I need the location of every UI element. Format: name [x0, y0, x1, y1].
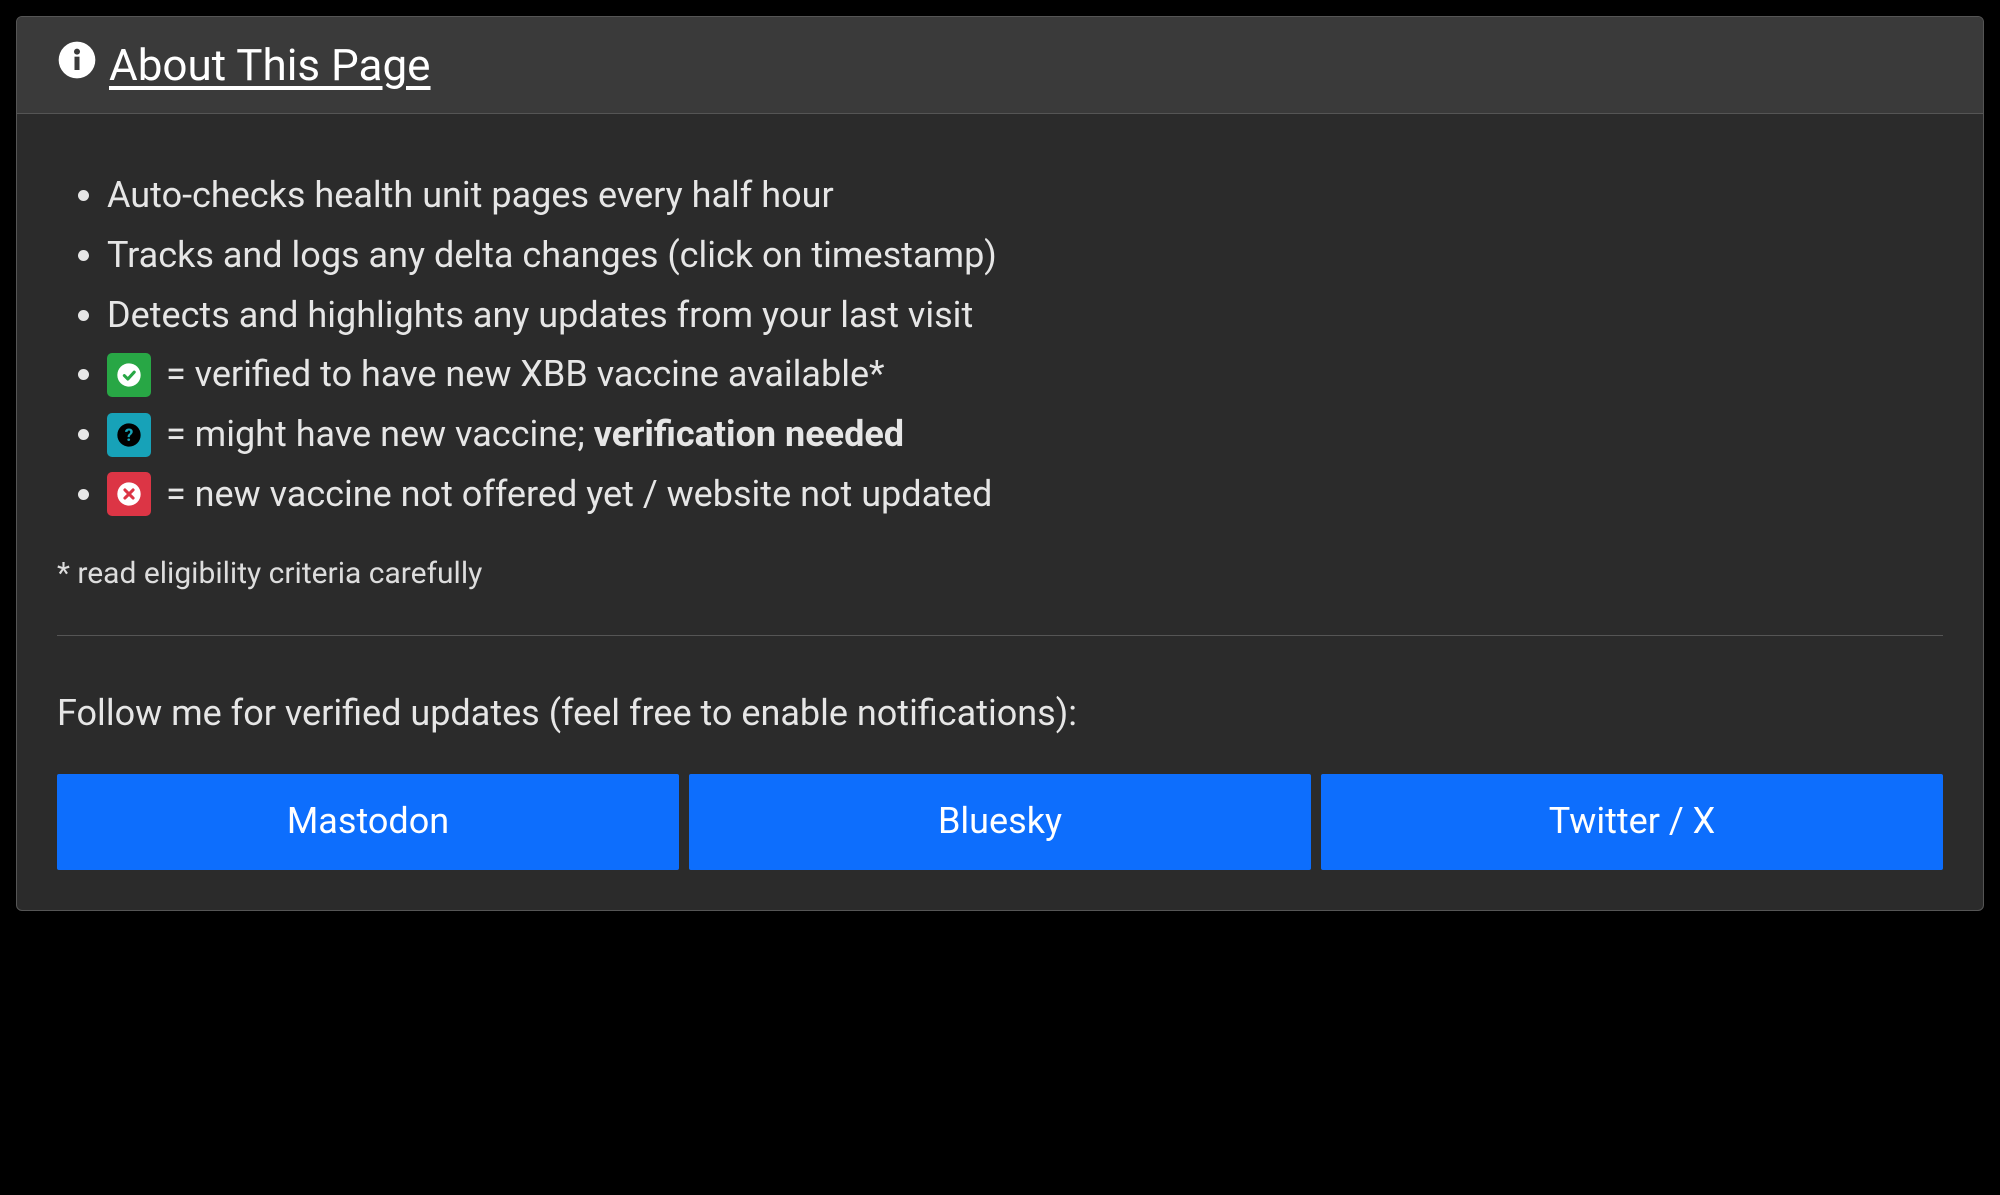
legend-item-not: = new vaccine not offered yet / website … [107, 467, 1943, 523]
legend-text: = verified to have new XBB vaccine avail… [166, 353, 885, 395]
panel-body: Auto-checks health unit pages every half… [17, 114, 1983, 910]
legend-item-maybe: ? = might have new vaccine; verification… [107, 407, 1943, 463]
legend-item-verified: = verified to have new XBB vaccine avail… [107, 347, 1943, 403]
footnote: * read eligibility criteria carefully [57, 551, 1943, 598]
legend-strong-text: verification needed [594, 413, 904, 455]
about-title-link[interactable]: About This Page [57, 39, 431, 91]
follow-text: Follow me for verified updates (feel fre… [57, 686, 1943, 742]
list-text: Detects and highlights any updates from … [107, 294, 973, 336]
social-buttons-row: Mastodon Bluesky Twitter / X [57, 774, 1943, 870]
list-text: Tracks and logs any delta changes (click… [107, 234, 997, 276]
legend-text: = new vaccine not offered yet / website … [166, 473, 992, 515]
list-text: Auto-checks health unit pages every half… [107, 174, 834, 216]
button-label: Bluesky [938, 800, 1062, 842]
bluesky-button[interactable]: Bluesky [689, 774, 1311, 870]
check-circle-icon [107, 353, 151, 397]
info-icon [57, 39, 97, 91]
twitter-button[interactable]: Twitter / X [1321, 774, 1943, 870]
panel-title-text: About This Page [109, 39, 431, 91]
question-circle-icon: ? [107, 413, 151, 457]
divider [57, 635, 1943, 636]
button-label: Twitter / X [1549, 800, 1715, 842]
button-label: Mastodon [287, 800, 449, 842]
x-circle-icon [107, 472, 151, 516]
mastodon-button[interactable]: Mastodon [57, 774, 679, 870]
about-panel: About This Page Auto-checks health unit … [16, 16, 1984, 911]
list-item: Auto-checks health unit pages every half… [107, 168, 1943, 224]
list-item: Tracks and logs any delta changes (click… [107, 228, 1943, 284]
legend-text: = might have new vaccine; [166, 413, 594, 455]
svg-text:?: ? [125, 426, 134, 446]
about-list: Auto-checks health unit pages every half… [57, 168, 1943, 523]
list-item: Detects and highlights any updates from … [107, 288, 1943, 344]
panel-header: About This Page [17, 17, 1983, 114]
